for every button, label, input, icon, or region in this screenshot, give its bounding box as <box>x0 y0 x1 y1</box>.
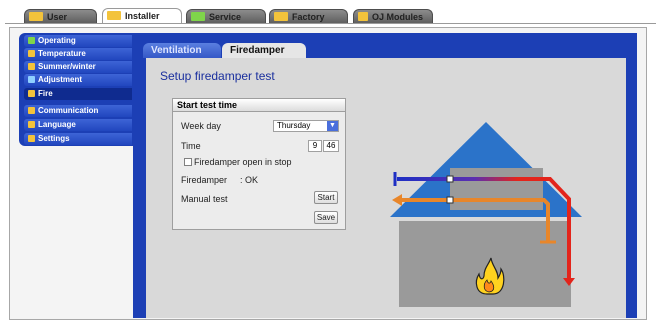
flag-icon <box>28 121 35 129</box>
firedamper-status-label: Firedamper <box>181 175 228 185</box>
week-day-label: Week day <box>181 121 221 131</box>
thermometer-icon <box>28 50 35 58</box>
open-in-stop-checkbox[interactable] <box>184 158 192 166</box>
save-button[interactable]: Save <box>314 211 338 224</box>
week-day-select[interactable]: Thursday ▼ <box>273 120 339 132</box>
sun-icon <box>28 63 35 71</box>
user-icon <box>29 12 43 22</box>
tab-factory[interactable]: Factory <box>269 9 348 23</box>
supply-arrowhead <box>392 194 402 206</box>
sidebar-item-summer-winter[interactable]: Summer/winter <box>24 61 132 73</box>
service-icon <box>191 12 205 22</box>
sidebar-item-temperature[interactable]: Temperature <box>24 48 132 60</box>
firedamper-status-value: : OK <box>240 175 259 185</box>
manual-test-label: Manual test <box>181 194 228 204</box>
wrench-icon <box>28 76 35 84</box>
sidebar-item-language[interactable]: Language <box>24 119 132 131</box>
sidebar-item-communication[interactable]: Communication <box>24 105 132 117</box>
folder-icon <box>28 135 35 143</box>
sidebar-item-settings[interactable]: Settings <box>24 133 132 145</box>
duct-box <box>450 168 543 210</box>
time-minute-input[interactable]: 46 <box>323 140 339 152</box>
installer-icon <box>107 11 121 21</box>
tab-service[interactable]: Service <box>186 9 266 23</box>
operating-icon <box>28 37 35 45</box>
modules-icon <box>358 12 368 22</box>
time-hour-input[interactable]: 9 <box>308 140 322 152</box>
sidebar-item-fire[interactable]: Fire <box>24 88 132 100</box>
damper-marker-supply <box>446 196 454 204</box>
tab-ventilation[interactable]: Ventilation <box>143 43 221 58</box>
tab-user[interactable]: User <box>24 9 97 23</box>
firedamper-diagram <box>390 122 582 307</box>
tab-installer[interactable]: Installer <box>102 8 182 24</box>
page-title: Setup firedamper test <box>160 69 275 83</box>
box-heading: Start test time <box>172 98 346 112</box>
network-icon <box>28 107 35 115</box>
start-button[interactable]: Start <box>314 191 338 204</box>
sidebar-item-adjustment[interactable]: Adjustment <box>24 74 132 86</box>
week-day-value: Thursday <box>277 121 311 130</box>
sidebar-item-operating[interactable]: Operating <box>24 35 132 47</box>
factory-icon <box>274 12 288 22</box>
time-label: Time <box>181 141 201 151</box>
chevron-down-icon[interactable]: ▼ <box>327 121 338 131</box>
tab-bar-divider <box>5 23 656 24</box>
tab-oj-modules[interactable]: OJ Modules <box>353 9 433 23</box>
tab-firedamper[interactable]: Firedamper <box>222 43 306 58</box>
fire-icon <box>28 90 35 98</box>
damper-marker-extract <box>446 175 454 183</box>
open-in-stop-label: Firedamper open in stop <box>194 157 292 167</box>
